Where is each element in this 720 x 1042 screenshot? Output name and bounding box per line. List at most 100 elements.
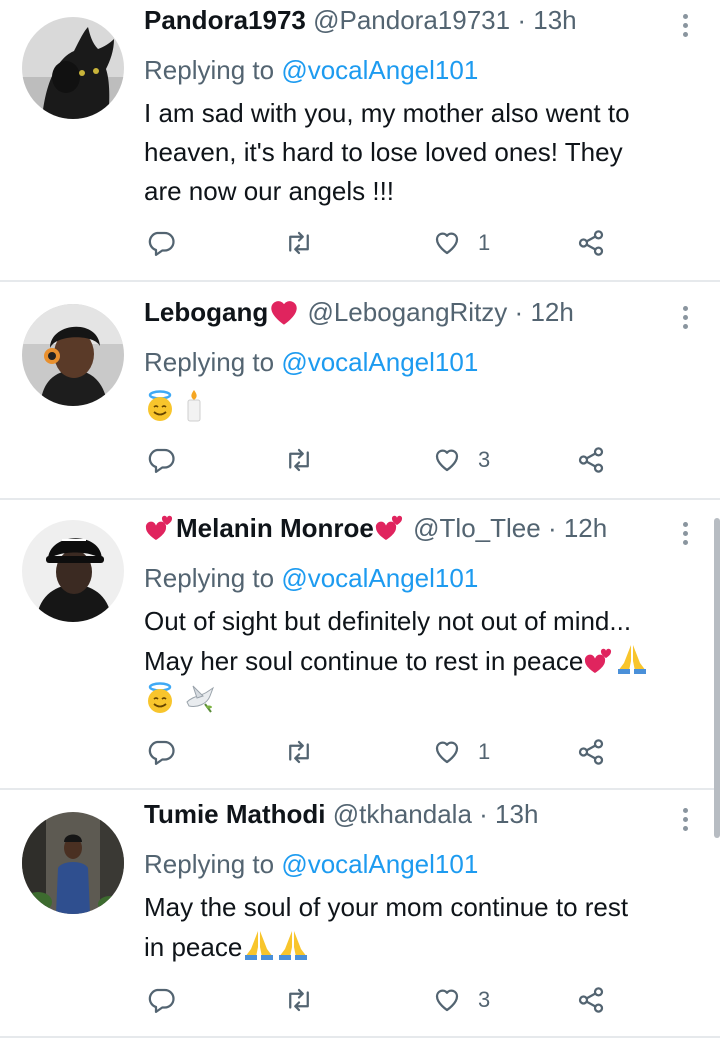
tweet-lebogang[interactable]: Lebogang @LebogangRitzy · 12h Replying t…	[0, 292, 720, 498]
tweet-actions: 1	[144, 225, 614, 261]
avatar-image-person-with-headphones	[22, 304, 124, 406]
tweet-text	[144, 388, 699, 428]
reply-icon	[148, 231, 175, 256]
like-button[interactable]: 3	[432, 442, 490, 478]
mention-link[interactable]: @vocalAngel101	[281, 55, 478, 85]
separator-dot: ·	[547, 513, 557, 543]
timestamp[interactable]: 12h	[564, 513, 607, 543]
more-options-icon[interactable]	[680, 306, 690, 332]
user-handle[interactable]: @tkhandala	[333, 799, 472, 829]
share-button[interactable]	[576, 734, 606, 770]
two-hearts-emoji	[145, 515, 173, 540]
separator-dot: ·	[514, 297, 524, 327]
reply-icon	[148, 448, 175, 473]
tweet-pandora1973[interactable]: Pandora1973 @Pandora19731 · 13h Replying…	[0, 0, 720, 280]
tweet-text-line: in peace	[144, 932, 243, 962]
retweet-button[interactable]	[284, 442, 330, 478]
heart-icon	[435, 449, 459, 472]
retweet-button[interactable]	[284, 734, 330, 770]
tweet-actions: 3	[144, 982, 614, 1018]
tweet-text: I am sad with you, my mother also went t…	[144, 94, 699, 211]
two-hearts-emoji	[375, 515, 402, 540]
reply-icon	[148, 988, 175, 1013]
share-icon	[578, 987, 604, 1013]
folded-hands-emoji	[245, 931, 274, 960]
display-name[interactable]: Pandora1973	[144, 5, 306, 35]
display-name[interactable]: Tumie Mathodi	[144, 799, 326, 829]
user-handle[interactable]: @LebogangRitzy	[307, 297, 507, 327]
display-name[interactable]: Melanin Monroe	[176, 513, 374, 543]
avatar[interactable]	[22, 304, 124, 406]
replying-to-prefix: Replying to	[144, 563, 282, 593]
tweet-text-line: are now our angels !!!	[144, 176, 395, 206]
retweet-icon	[289, 448, 309, 472]
tweet-tumie-mathodi[interactable]: Tumie Mathodi @tkhandala · 13h Replying …	[0, 794, 720, 1034]
tweet-divider	[0, 1036, 720, 1038]
folded-hands-emoji	[618, 645, 647, 674]
display-name[interactable]: Lebogang	[144, 297, 268, 327]
more-options-icon[interactable]	[680, 14, 690, 40]
timestamp[interactable]: 12h	[530, 297, 573, 327]
reply-button[interactable]	[146, 442, 192, 478]
folded-hands-emoji	[279, 931, 308, 960]
red-heart-emoji	[271, 301, 297, 325]
separator-dot: ·	[479, 799, 488, 829]
tweet-actions: 3	[144, 442, 614, 478]
reply-icon	[148, 740, 175, 765]
reply-button[interactable]	[146, 982, 192, 1018]
timestamp[interactable]: 13h	[495, 799, 538, 829]
share-icon	[578, 739, 604, 765]
like-count: 1	[478, 230, 491, 255]
mention-link[interactable]: @vocalAngel101	[281, 849, 478, 879]
scrollbar-thumb[interactable]	[714, 518, 720, 838]
share-icon	[578, 230, 604, 256]
halo-smiley-emoji	[148, 390, 172, 421]
reply-button[interactable]	[146, 225, 192, 261]
user-handle[interactable]: @Pandora19731	[313, 5, 510, 35]
mention-link[interactable]: @vocalAngel101	[281, 347, 478, 377]
tweet-text: Out of sight but definitely not out of m…	[144, 602, 699, 720]
share-icon	[578, 447, 604, 473]
tweet-text-line: May her soul continue to rest in peace	[144, 646, 584, 676]
tweet-header: Tumie Mathodi @tkhandala · 13h	[144, 794, 538, 834]
avatar-image-person-in-black-cap	[22, 520, 124, 622]
retweet-button[interactable]	[284, 982, 330, 1018]
timestamp[interactable]: 13h	[533, 5, 576, 35]
replying-to-prefix: Replying to	[144, 55, 282, 85]
heart-icon	[435, 741, 459, 764]
avatar[interactable]	[22, 17, 124, 119]
like-count: 3	[478, 987, 491, 1012]
candle-emoji	[187, 390, 201, 422]
avatar[interactable]	[22, 812, 124, 914]
more-options-icon[interactable]	[680, 808, 690, 834]
retweet-icon	[289, 740, 309, 764]
like-button[interactable]: 1	[432, 734, 490, 770]
tweet-text-line-with-emoji: in peace	[144, 927, 699, 967]
tweet-actions: 1	[144, 734, 614, 770]
share-button[interactable]	[576, 225, 606, 261]
mention-link[interactable]: @vocalAngel101	[281, 563, 478, 593]
like-count: 1	[478, 739, 491, 764]
two-hearts-emoji	[585, 648, 612, 673]
more-options-icon[interactable]	[680, 522, 690, 548]
share-button[interactable]	[576, 982, 606, 1018]
reply-button[interactable]	[146, 734, 192, 770]
tweet-text-line: Out of sight but definitely not out of m…	[144, 606, 632, 636]
tweet-text: May the soul of your mom continue to res…	[144, 888, 699, 967]
avatar[interactable]	[22, 520, 124, 622]
share-button[interactable]	[576, 442, 606, 478]
heart-icon	[435, 989, 459, 1012]
user-handle[interactable]: @Tlo_Tlee	[413, 513, 541, 543]
replying-to-prefix: Replying to	[144, 849, 282, 879]
replying-to: Replying to @vocalAngel101	[144, 343, 478, 381]
tweet-melanin-monroe[interactable]: Melanin Monroe @Tlo_Tlee · 12h Replying …	[0, 508, 720, 788]
retweet-button[interactable]	[284, 225, 330, 261]
retweet-icon	[289, 988, 309, 1012]
replying-to: Replying to @vocalAngel101	[144, 559, 478, 597]
replying-to: Replying to @vocalAngel101	[144, 51, 478, 89]
tweet-text-line: I am sad with you, my mother also went t…	[144, 98, 630, 128]
like-button[interactable]: 1	[432, 225, 490, 261]
like-button[interactable]: 3	[432, 982, 490, 1018]
heart-icon	[435, 232, 459, 255]
tweet-divider	[0, 498, 720, 500]
